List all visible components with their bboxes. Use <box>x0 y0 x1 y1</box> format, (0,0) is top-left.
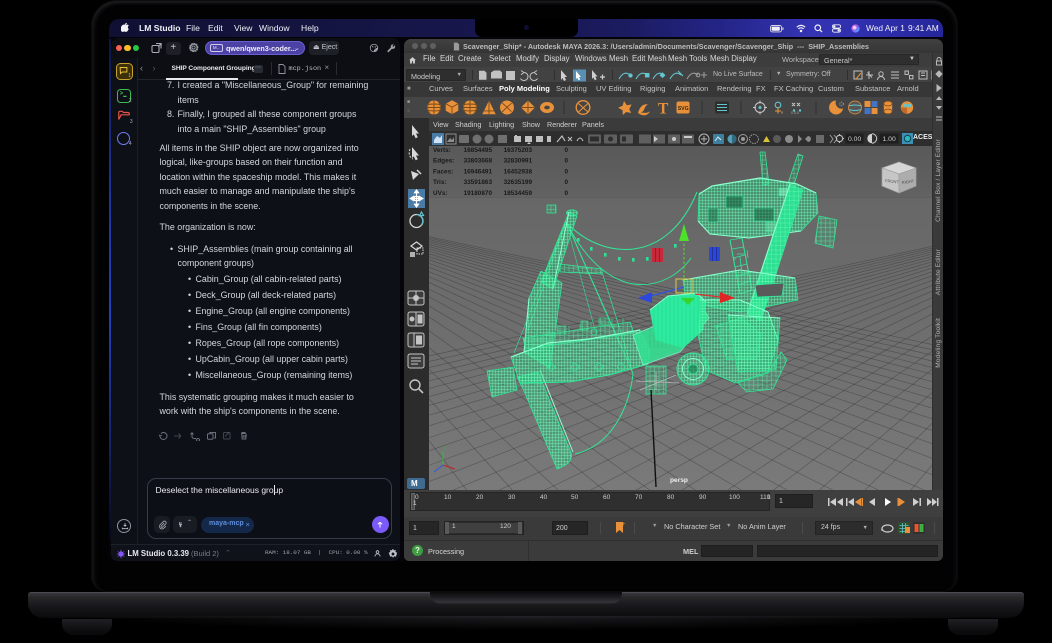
svg-text:32830991: 32830991 <box>504 158 533 165</box>
svg-text:0: 0 <box>564 158 568 165</box>
svg-text:T: T <box>658 101 669 117</box>
svg-text:x: x <box>781 110 783 115</box>
svg-text:UVs:: UVs: <box>433 190 448 197</box>
svg-text:33591863: 33591863 <box>464 179 493 186</box>
svg-text:0.0.0: 0.0.0 <box>791 111 799 115</box>
svg-text:0: 0 <box>564 179 568 186</box>
svg-text:0.00: 0.00 <box>848 136 861 143</box>
svg-text:0: 0 <box>564 168 568 175</box>
svg-text:16854495: 16854495 <box>464 147 493 154</box>
svg-text:Tris:: Tris: <box>433 179 447 186</box>
svg-text:0: 0 <box>564 147 568 154</box>
svg-text:16946491: 16946491 <box>464 168 493 175</box>
svg-text:0: 0 <box>564 190 568 197</box>
svg-text:33803668: 33803668 <box>464 158 493 165</box>
svg-text:16375203: 16375203 <box>504 147 533 154</box>
svg-text:19180870: 19180870 <box>464 190 493 197</box>
svg-text:persp: persp <box>670 477 688 484</box>
svg-text:Edges:: Edges: <box>433 158 454 165</box>
svg-text:SVG: SVG <box>678 106 689 112</box>
svg-text:32635199: 32635199 <box>504 179 533 186</box>
svg-text:16452938: 16452938 <box>504 168 533 175</box>
svg-text:+: + <box>622 522 626 528</box>
svg-text:1.00: 1.00 <box>883 136 896 143</box>
svg-text:Faces:: Faces: <box>433 168 453 175</box>
svg-text:Verts:: Verts: <box>433 147 451 154</box>
svg-text:18534459: 18534459 <box>504 190 533 197</box>
